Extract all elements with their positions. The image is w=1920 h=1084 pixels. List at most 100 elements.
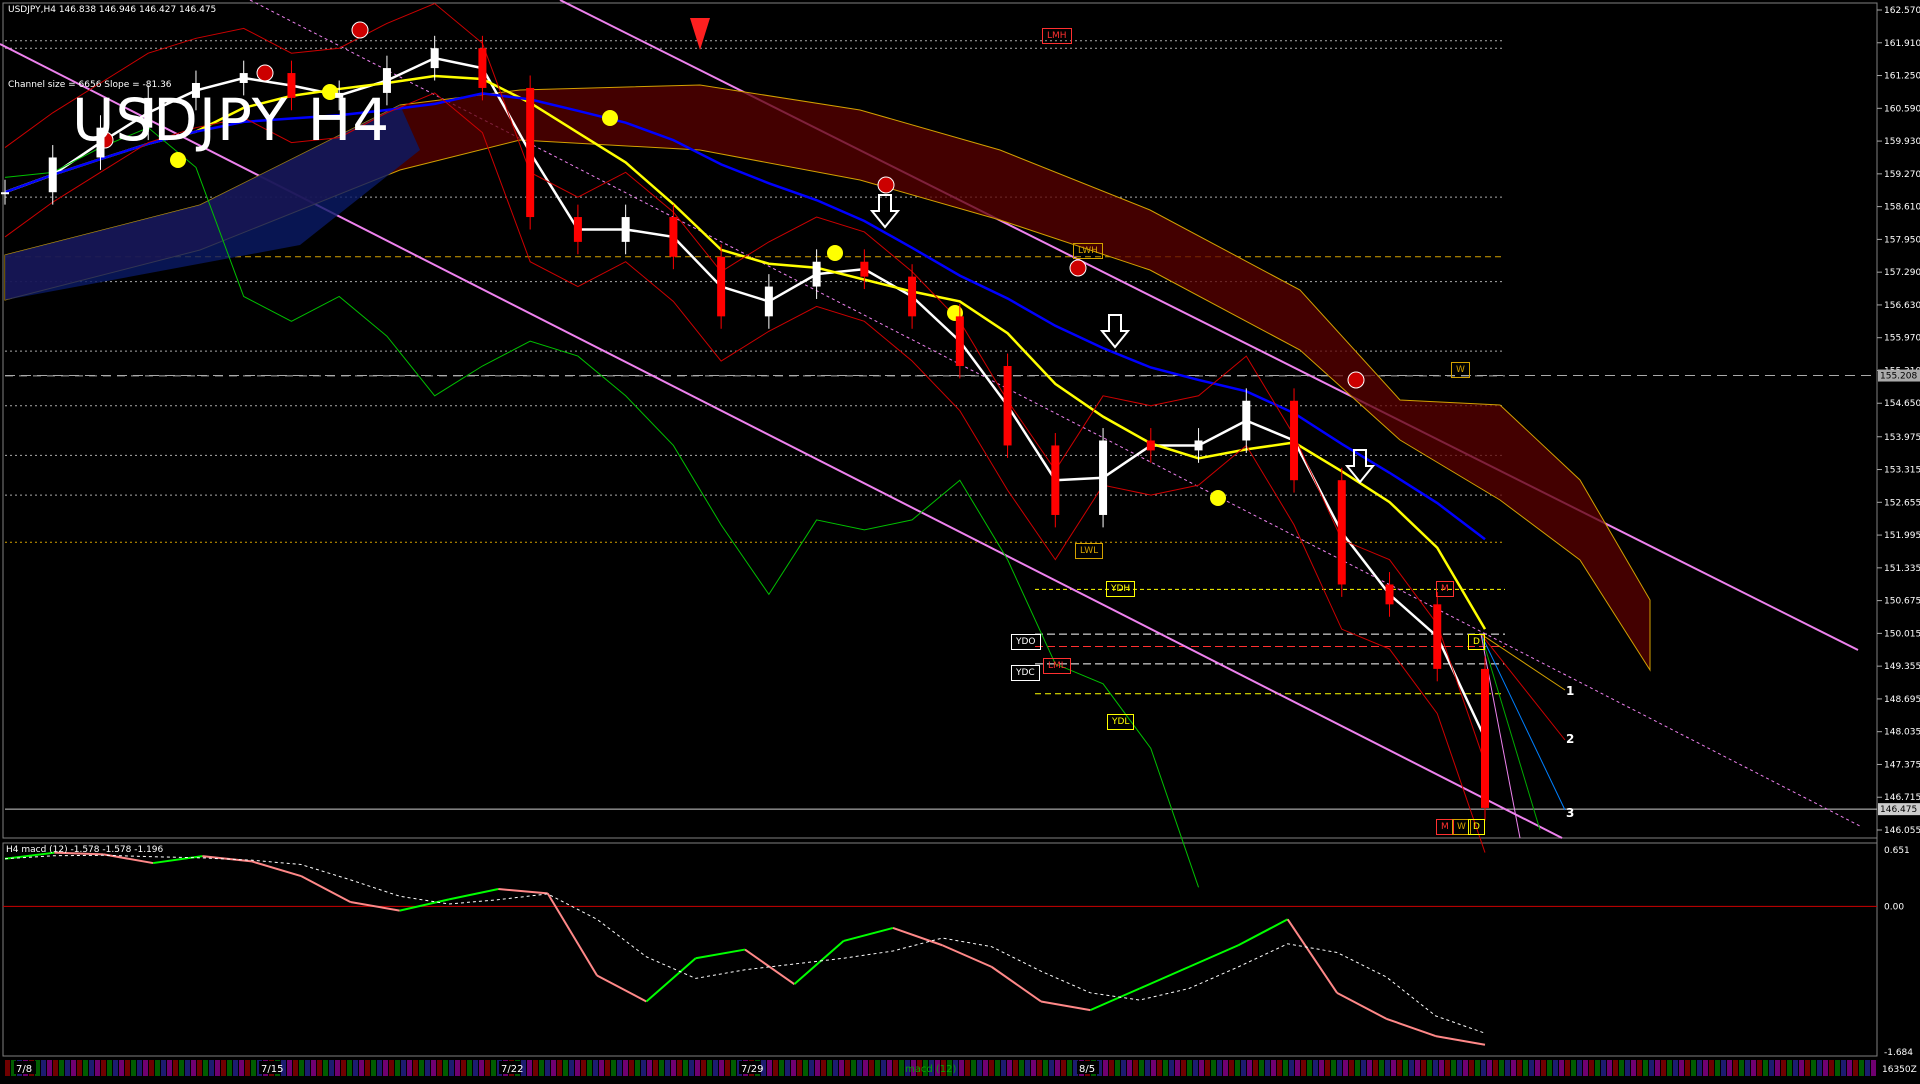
candle-body [908, 276, 917, 317]
time-strip-cell [725, 1060, 730, 1076]
time-strip-cell [1469, 1060, 1474, 1076]
time-strip-cell [1841, 1060, 1846, 1076]
time-strip-cell [1193, 1060, 1198, 1076]
time-strip-cell [1049, 1060, 1054, 1076]
price-tick-label: 151.995 [1884, 531, 1920, 541]
time-strip-cell [1427, 1060, 1432, 1076]
macd-segment [596, 974, 647, 1003]
fractal-low-icon [602, 110, 618, 126]
time-strip-cell [1199, 1060, 1204, 1076]
time-strip-cell [1799, 1060, 1804, 1076]
candle-body [526, 87, 535, 218]
price-tick-label: 146.055 [1884, 826, 1920, 836]
time-strip-cell [1463, 1060, 1468, 1076]
time-strip-cell [863, 1060, 868, 1076]
price-tick-label: 153.315 [1884, 466, 1920, 476]
time-strip-cell [1853, 1060, 1858, 1076]
time-strip-cell [1649, 1060, 1654, 1076]
time-strip-cell [1535, 1060, 1540, 1076]
time-strip-cell [527, 1060, 532, 1076]
price-tick-label: 150.015 [1884, 629, 1920, 639]
time-strip-cell [473, 1060, 478, 1076]
fractal-high-icon [1069, 259, 1087, 277]
time-strip-cell [1145, 1060, 1150, 1076]
time-strip-cell [1331, 1060, 1336, 1076]
time-strip-cell [1757, 1060, 1762, 1076]
time-strip-cell [1487, 1060, 1492, 1076]
time-strip-cell [1067, 1060, 1072, 1076]
time-strip-cell [1385, 1060, 1390, 1076]
macd-segment [498, 888, 548, 895]
time-strip-cell [887, 1060, 892, 1076]
time-strip-cell [1475, 1060, 1480, 1076]
time-strip-cell [1013, 1060, 1018, 1076]
time-strip-cell [1613, 1060, 1618, 1076]
time-strip-cell [683, 1060, 688, 1076]
macd-tick-label: -1.684 [1884, 1048, 1913, 1058]
price-tick-label: 151.335 [1884, 564, 1920, 574]
macd-segment [892, 927, 943, 947]
time-strip-cell [251, 1060, 256, 1076]
time-strip-cell [1439, 1060, 1444, 1076]
candle-body [764, 286, 773, 317]
time-strip-cell [671, 1060, 676, 1076]
time-strip-cell [695, 1060, 700, 1076]
time-strip-cell [1001, 1060, 1006, 1076]
time-strip-cell [185, 1060, 190, 1076]
macd-segment [645, 957, 697, 1003]
time-strip-cell [293, 1060, 298, 1076]
time-strip-cell [1241, 1060, 1246, 1076]
time-strip-cell [95, 1060, 100, 1076]
time-strip-cell [5, 1060, 10, 1076]
bottom-tab[interactable]: macd (12) [905, 1064, 956, 1075]
tag-d1: D [1468, 634, 1485, 650]
time-strip-cell [827, 1060, 832, 1076]
time-strip-cell [1301, 1060, 1306, 1076]
time-strip-cell [1415, 1060, 1420, 1076]
time-strip-cell [1775, 1060, 1780, 1076]
time-strip-cell [107, 1060, 112, 1076]
time-strip-cell [533, 1060, 538, 1076]
macd-segment [1435, 1035, 1486, 1046]
chart-canvas[interactable]: 162.570 161.910 161.250 160.590 159.930 159.2… [0, 0, 1920, 1080]
time-strip-cell [1115, 1060, 1120, 1076]
macd-segment [448, 888, 499, 901]
time-strip-cell [1769, 1060, 1774, 1076]
time-strip-cell [1349, 1060, 1354, 1076]
time-strip-cell [101, 1060, 106, 1076]
time-strip-cell [1817, 1060, 1822, 1076]
time-strip-cell [1271, 1060, 1276, 1076]
candle-body [621, 217, 630, 242]
candle-body [48, 157, 57, 193]
time-strip-cell [1433, 1060, 1438, 1076]
time-strip-cell [1529, 1060, 1534, 1076]
candle-body [1290, 400, 1299, 481]
fractal-high-icon [877, 176, 895, 194]
time-strip-cell [569, 1060, 574, 1076]
time-strip-cell [1337, 1060, 1342, 1076]
time-strip-cell [299, 1060, 304, 1076]
time-strip-cell [545, 1060, 550, 1076]
macd-segment [300, 875, 351, 903]
time-strip-cell [305, 1060, 310, 1076]
price-marker-label: 146.475 [1880, 805, 1917, 815]
down-arrow-icon [869, 194, 901, 229]
macd-segment [1336, 991, 1387, 1020]
time-strip-cell [1583, 1060, 1588, 1076]
time-strip-cell [1715, 1060, 1720, 1076]
time-strip-cell [1733, 1060, 1738, 1076]
tag-ydo: YDO [1011, 634, 1041, 650]
time-strip-cell [209, 1060, 214, 1076]
time-strip-cell [1667, 1060, 1672, 1076]
tag-ydl: YDL [1107, 714, 1135, 730]
time-strip-cell [1625, 1060, 1630, 1076]
fractal-low-icon [170, 152, 186, 168]
time-strip-cell [119, 1060, 124, 1076]
time-strip-cell [1445, 1060, 1450, 1076]
price-tick-label: 152.655 [1884, 498, 1920, 508]
time-strip-cell [1595, 1060, 1600, 1076]
time-strip-cell [701, 1060, 706, 1076]
tag-w-top: W [1451, 362, 1470, 378]
candle-body [1146, 440, 1155, 451]
time-strip-cell [1607, 1060, 1612, 1076]
